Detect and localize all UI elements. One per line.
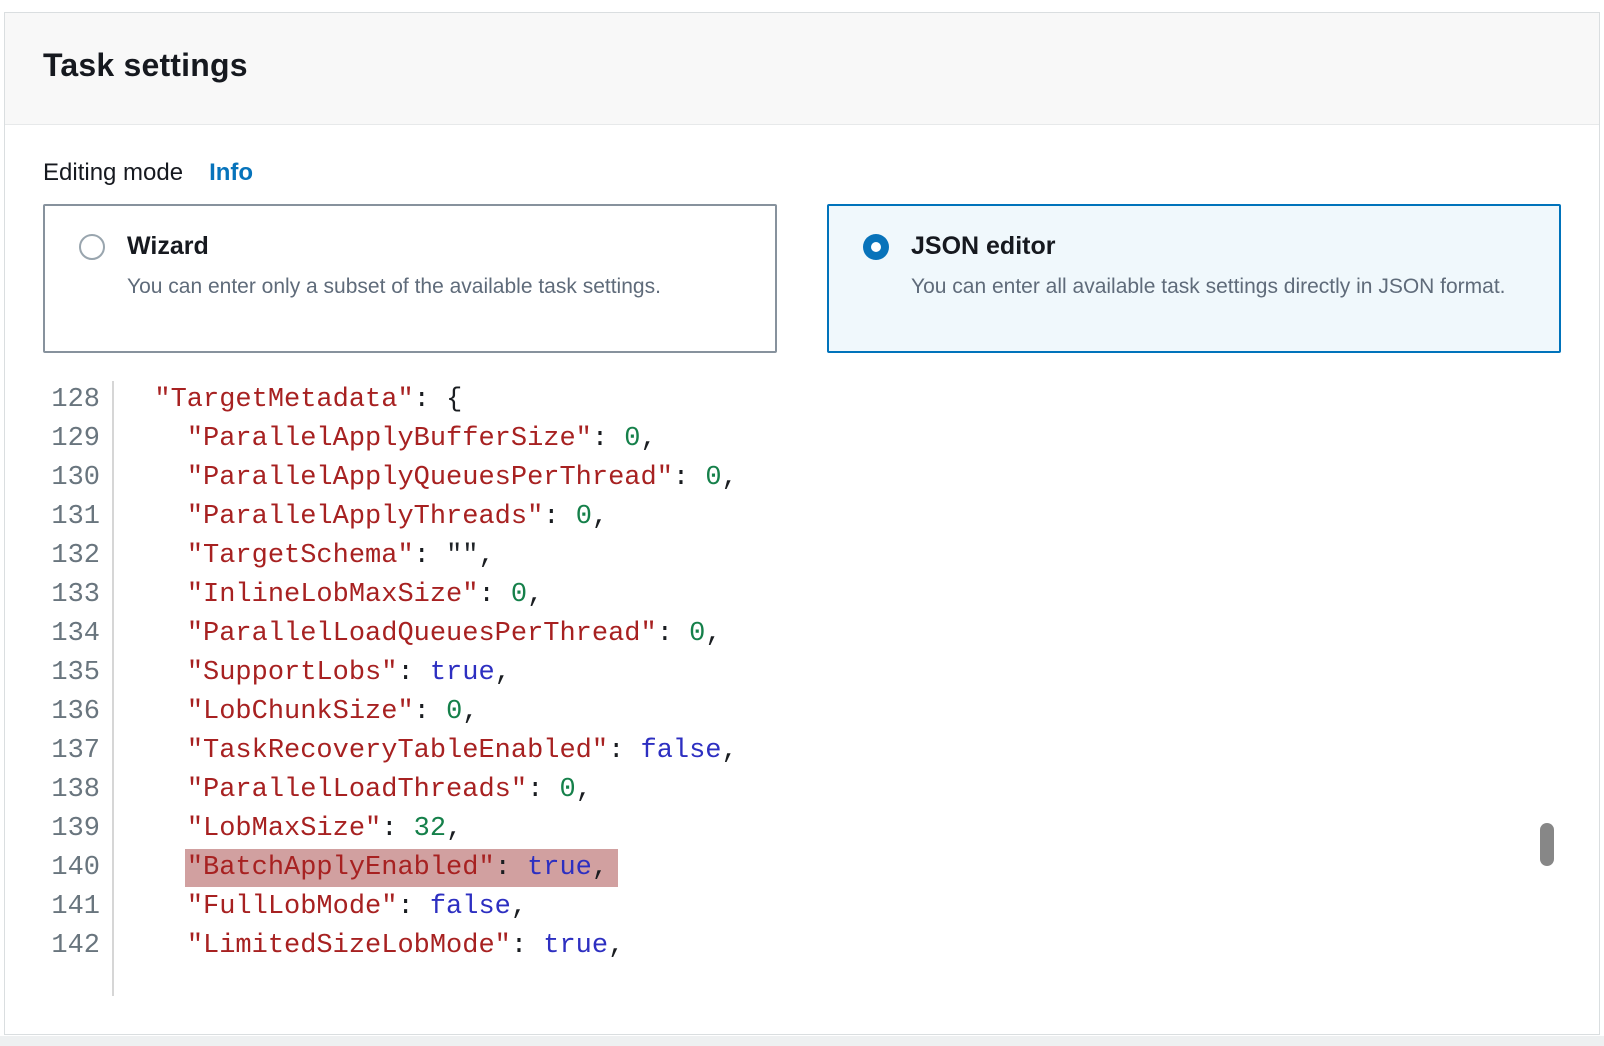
code-line: 134 "ParallelLoadQueuesPerThread": 0, [43, 615, 1561, 654]
task-settings-panel: Task settings Editing mode Info Wizard Y… [4, 12, 1600, 1035]
code-line: 142 "LimitedSizeLobMode": true, [43, 927, 1561, 966]
line-number: 130 [43, 459, 114, 498]
code-line: 139 "LobMaxSize": 32, [43, 810, 1561, 849]
line-number: 142 [43, 927, 114, 966]
option-label-json-editor: JSON editor [911, 232, 1055, 261]
panel-header: Task settings [5, 13, 1599, 125]
editing-mode-label: Editing mode [43, 159, 183, 187]
code-line: 136 "LobChunkSize": 0, [43, 693, 1561, 732]
code-line: 129 "ParallelApplyBufferSize": 0, [43, 420, 1561, 459]
code-line-tail [43, 966, 1561, 996]
option-description-json-editor: You can enter all available task setting… [911, 270, 1535, 303]
code-line: 131 "ParallelApplyThreads": 0, [43, 498, 1561, 537]
line-number: 134 [43, 615, 114, 654]
code-line: 141 "FullLobMode": false, [43, 888, 1561, 927]
option-label-wizard: Wizard [127, 232, 209, 261]
line-number: 141 [43, 888, 114, 927]
code-line: 137 "TaskRecoveryTableEnabled": false, [43, 732, 1561, 771]
editing-mode-options: Wizard You can enter only a subset of th… [43, 204, 1561, 353]
line-number: 136 [43, 693, 114, 732]
option-tile-wizard[interactable]: Wizard You can enter only a subset of th… [43, 204, 777, 353]
line-number: 140 [43, 849, 114, 888]
scrollbar-thumb[interactable] [1540, 823, 1554, 866]
line-number: 138 [43, 771, 114, 810]
code-line: 140 "BatchApplyEnabled": true, [43, 849, 1561, 888]
line-number: 129 [43, 420, 114, 459]
line-number: 137 [43, 732, 114, 771]
code-line: 133 "InlineLobMaxSize": 0, [43, 576, 1561, 615]
line-number: 135 [43, 654, 114, 693]
page-footer-strip [0, 1036, 1604, 1046]
page-title: Task settings [43, 47, 1599, 84]
highlighted-token: "BatchApplyEnabled": true, [185, 849, 618, 887]
info-link[interactable]: Info [209, 159, 253, 187]
json-editor[interactable]: 128 "TargetMetadata": {129 "ParallelAppl… [43, 381, 1561, 996]
line-number: 139 [43, 810, 114, 849]
code-line: 135 "SupportLobs": true, [43, 654, 1561, 693]
editing-mode-row: Editing mode Info [43, 159, 1561, 187]
code-line: 138 "ParallelLoadThreads": 0, [43, 771, 1561, 810]
option-description-wizard: You can enter only a subset of the avail… [127, 270, 751, 303]
line-number: 132 [43, 537, 114, 576]
line-number: 128 [43, 381, 114, 420]
radio-json-editor[interactable] [863, 234, 889, 260]
option-tile-json-editor[interactable]: JSON editor You can enter all available … [827, 204, 1561, 353]
code-line: 130 "ParallelApplyQueuesPerThread": 0, [43, 459, 1561, 498]
line-number: 133 [43, 576, 114, 615]
panel-body: Editing mode Info Wizard You can enter o… [5, 125, 1599, 996]
code-line: 128 "TargetMetadata": { [43, 381, 1561, 420]
radio-wizard[interactable] [79, 234, 105, 260]
code-line: 132 "TargetSchema": "", [43, 537, 1561, 576]
line-number: 131 [43, 498, 114, 537]
